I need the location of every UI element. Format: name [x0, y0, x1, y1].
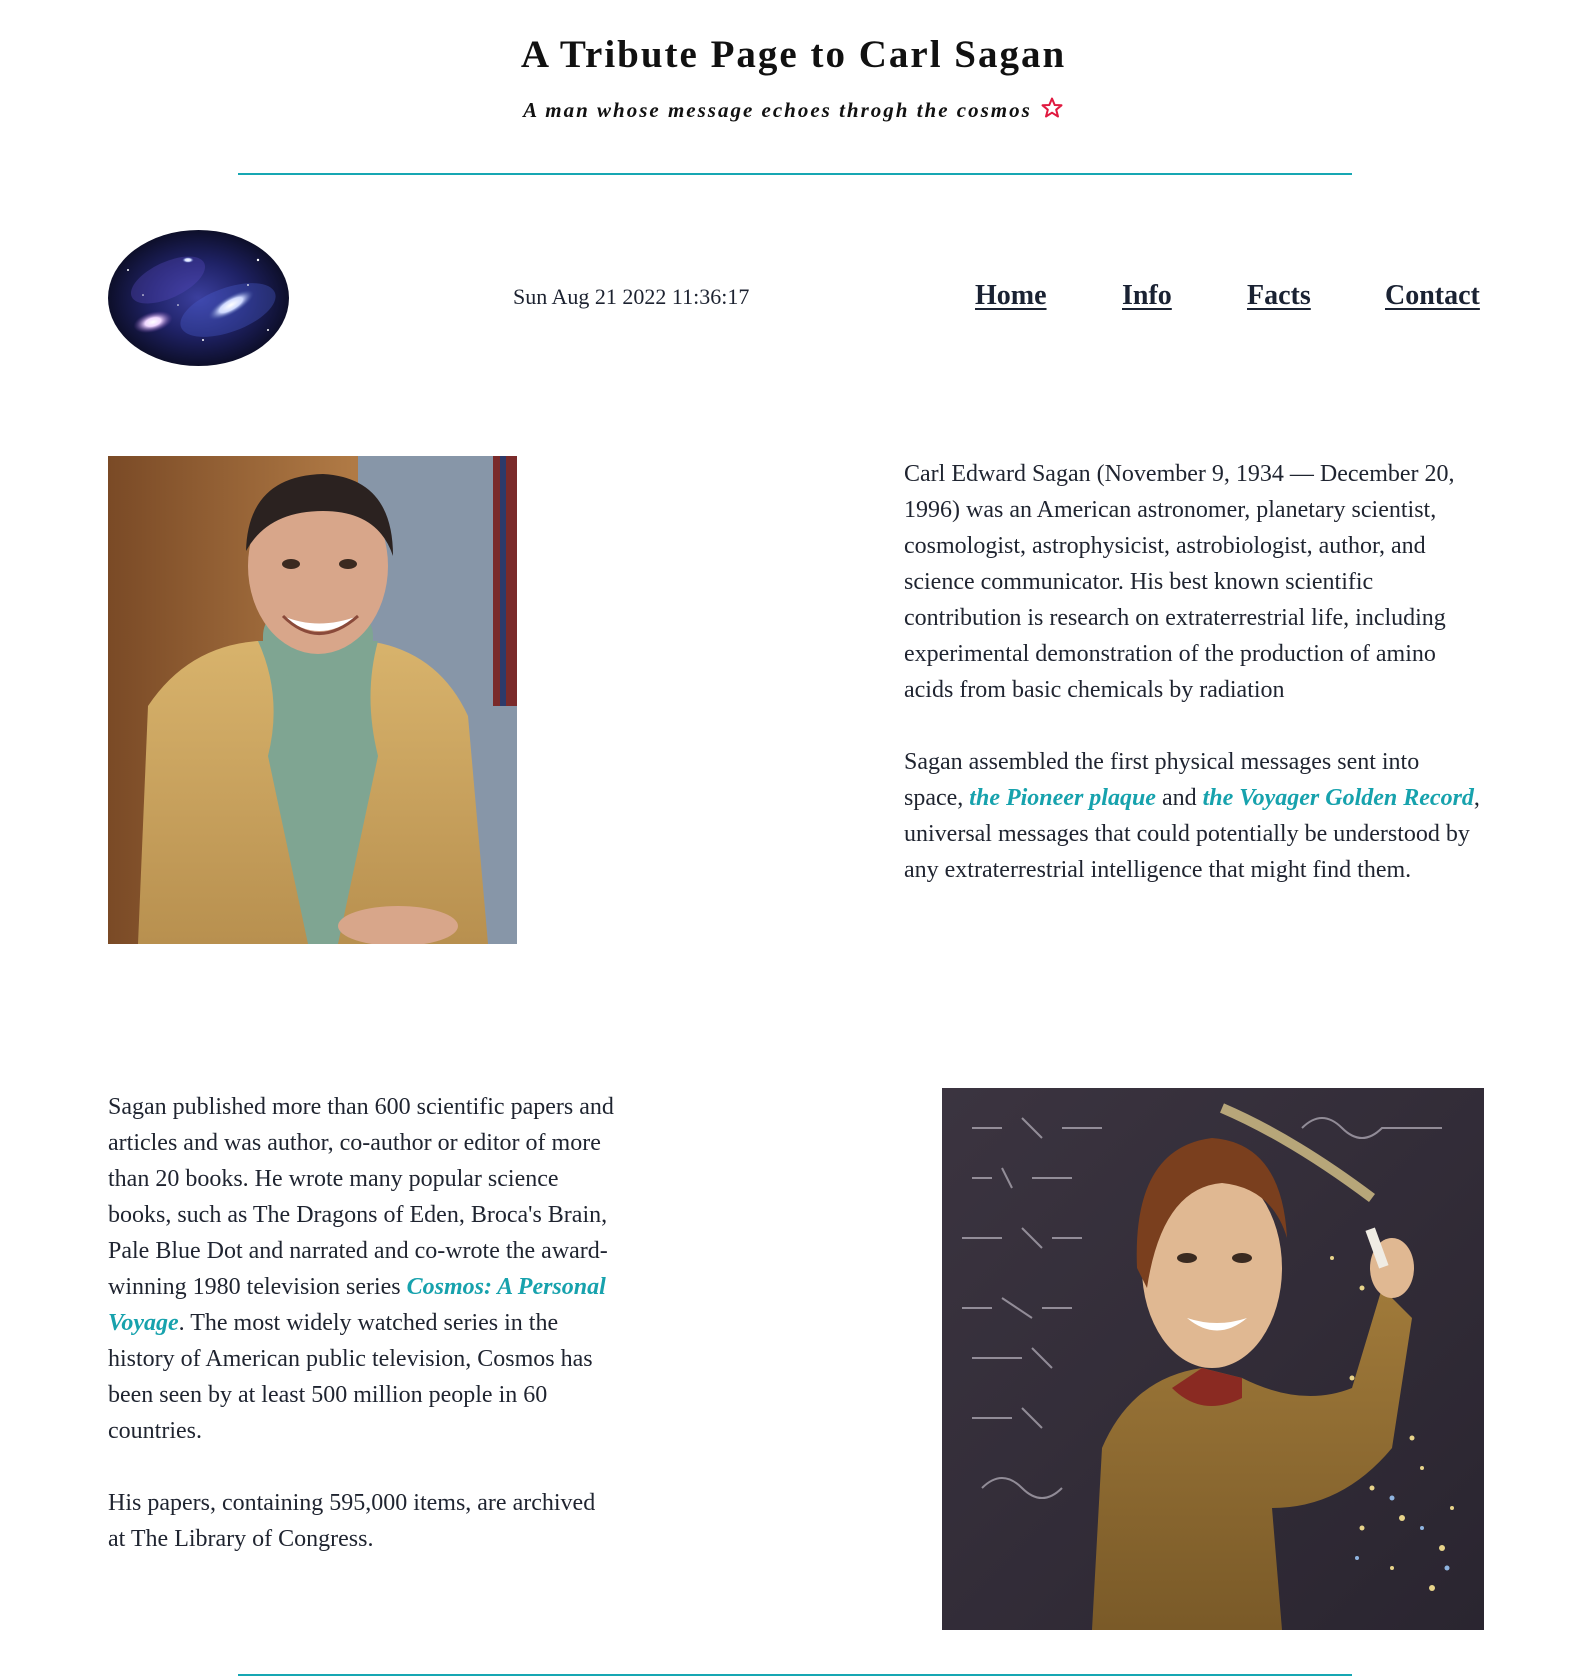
voyager-golden-record-link[interactable]: the Voyager Golden Record — [1203, 785, 1474, 811]
page-title: A Tribute Page to Carl Sagan — [520, 33, 1067, 76]
star-icon — [1041, 97, 1063, 118]
bio-paragraph-2-and: and — [1155, 785, 1203, 811]
works-paragraph-2: His papers, containing 595,000 items, ar… — [108, 1490, 596, 1552]
footer-divider — [238, 1674, 1352, 1676]
page-subtitle: A man whose message echoes throgh the co… — [0, 96, 1587, 123]
bio-paragraph-2: Sagan assembled the first physical messa… — [904, 744, 1484, 888]
carl-sagan-painting — [942, 1088, 1484, 1630]
main-nav: Home Info Facts Contact — [0, 280, 1587, 320]
nav-facts-link[interactable]: Facts — [1247, 280, 1311, 312]
nav-contact-link[interactable]: Contact — [1385, 280, 1480, 312]
bio-section: Carl Edward Sagan (November 9, 1934 — De… — [904, 456, 1484, 924]
nav-home-link[interactable]: Home — [975, 280, 1047, 312]
bio-paragraph-1: Carl Edward Sagan (November 9, 1934 — De… — [904, 461, 1455, 703]
nav-info-link[interactable]: Info — [1122, 280, 1172, 312]
header-divider — [238, 173, 1352, 175]
portrait-image — [108, 456, 517, 944]
works-paragraph-1: Sagan published more than 600 scientific… — [108, 1089, 618, 1449]
works-paragraph-1-end: . The most widely watched series in the … — [108, 1310, 593, 1444]
carl-sagan-portrait-photo — [108, 456, 517, 944]
pioneer-plaque-link[interactable]: the Pioneer plaque — [969, 785, 1156, 811]
painting-image — [942, 1088, 1484, 1630]
works-paragraph-1-start: Sagan published more than 600 scientific… — [108, 1094, 614, 1300]
works-section: Sagan published more than 600 scientific… — [108, 1089, 618, 1593]
subtitle-text: A man whose message echoes throgh the co… — [523, 98, 1032, 122]
